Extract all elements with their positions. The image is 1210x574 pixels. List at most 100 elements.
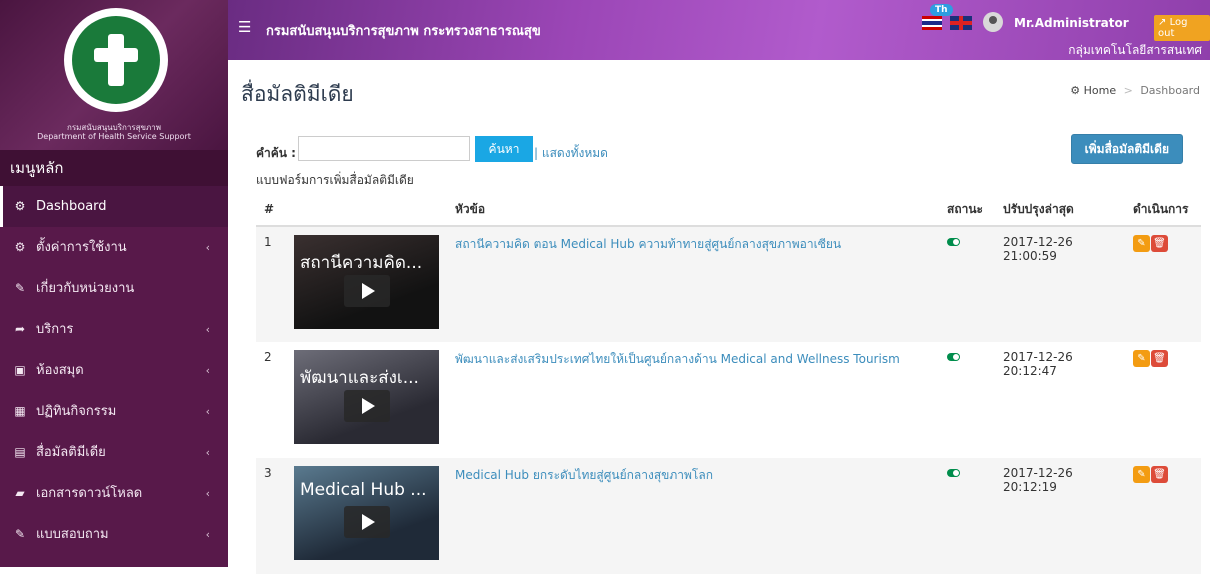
sidebar-item-label: แบบสอบถาม [36,527,109,542]
topic-link[interactable]: พัฒนาและส่งเสริมประเทศไทยให้เป็นศูนย์กลา… [455,352,900,366]
table-body: 1 สถานีความคิด... สถานีความคิด ตอน Medical… [256,226,1201,574]
dashboard-icon: ⚙ [14,199,26,213]
thumb-cell: พัฒนาและส่งเ... [286,342,447,458]
breadcrumb-current: Dashboard [1140,84,1200,97]
sidebar-item-label: สื่อมัลติมีเดีย [36,445,106,460]
ministry-logo [64,8,168,112]
delete-icon[interactable]: 🗑 [1151,466,1168,483]
sidebar-item-4[interactable]: ▣ ห้องสมุด ‹ [0,350,228,391]
sidebar-item-label: Dashboard [36,199,107,214]
row-number: 2 [264,350,272,364]
sidebar-menu: ⚙ Dashboard ⚙ ตั้งค่าการใช้งาน ‹ ✎ เกี่ยวกับหน… [0,186,228,555]
library-icon: ▣ [14,363,26,377]
media-table: # หัวข้อ สถานะ ปรับปรุงล่าสุด ดำเนินการ … [256,193,1201,574]
video-thumbnail[interactable]: Medical Hub ... [294,466,439,560]
book-icon: ▰ [15,486,25,500]
delete-icon[interactable]: 🗑 [1151,350,1168,367]
user-name[interactable]: Mr.Administrator [1014,16,1129,30]
table-row: 3 Medical Hub ... Medical Hub ยกระดับไทยสู… [256,458,1201,574]
row-number: 1 [256,226,286,342]
edit-icon[interactable]: ✎ [1133,466,1150,483]
breadcrumb-home[interactable]: Home [1084,84,1116,97]
brand-subtitle: กรมสนับสนุนบริการสุขภาพ Department of He… [37,123,191,141]
status-cell [939,226,995,342]
video-thumbnail[interactable]: พัฒนาและส่งเ... [294,350,439,444]
department-name: กลุ่มเทคโนโลยีสารสนเทศ [1068,43,1202,57]
table-header-row: # หัวข้อ สถานะ ปรับปรุงล่าสุด ดำเนินการ [256,193,1201,227]
uk-flag-icon[interactable] [950,16,972,30]
status-toggle-icon[interactable] [947,353,960,361]
brand-area: กรมสนับสนุนบริการสุขภาพ Department of He… [0,0,228,150]
sidebar-item-label: ปฏิทินกิจกรรม [36,404,117,419]
settings-icon: ⚙ [14,240,26,254]
sidebar-item-2[interactable]: ✎ เกี่ยวกับหน่วยงาน [0,268,228,309]
home-icon: ⚙ [1070,84,1081,97]
video-thumbnail[interactable]: สถานีความคิด... [294,235,439,329]
table-row: 2 พัฒนาและส่งเ... พัฒนาและส่งเสริมประเทศไท… [256,342,1201,458]
status-cell [939,342,995,458]
language-badge: Th [930,4,953,16]
chevron-left-icon: ‹ [205,487,210,500]
sidebar-item-0[interactable]: ⚙ Dashboard [0,186,228,227]
sidebar-item-1[interactable]: ⚙ ตั้งค่าการใช้งาน ‹ [0,227,228,268]
chevron-left-icon: ‹ [205,405,210,418]
media-icon: ▤ [14,445,26,459]
logout-button[interactable]: ↗ Log out [1154,15,1210,41]
col-actions: ดำเนินการ [1125,193,1201,227]
search-input[interactable] [298,136,470,161]
col-thumb [286,193,447,227]
updated-cell: 2017-12-26 20:12:47 [1003,350,1073,378]
col-num: # [256,193,286,227]
thai-flag-icon[interactable] [922,16,942,30]
add-media-button[interactable]: เพิ่มสื่อมัลติมีเดีย [1070,134,1183,164]
breadcrumb: ⚙ Home > Dashboard [1070,84,1200,97]
page-title: สื่อมัลติมีเดีย [241,82,354,106]
edit-icon[interactable]: ✎ [1133,235,1150,252]
play-icon[interactable] [344,390,390,422]
play-icon[interactable] [344,275,390,307]
site-title: กรมสนับสนุนบริการสุขภาพ กระทรวงสาธารณสุข [266,24,541,39]
topic-link[interactable]: Medical Hub ยกระดับไทยสู่ศูนย์กลางสุขภาพ… [455,468,713,482]
sidebar-item-label: บริการ [36,322,74,337]
updated-cell: 2017-12-26 20:12:19 [995,458,1125,574]
sidebar-item-label: เกี่ยวกับหน่วยงาน [36,281,135,296]
play-icon[interactable] [344,506,390,538]
delete-icon[interactable]: 🗑 [1151,235,1168,252]
sidebar-item-label: เอกสารดาวน์โหลด [36,486,143,501]
table-row: 1 สถานีความคิด... สถานีความคิด ตอน Medical… [256,226,1201,342]
user-avatar[interactable] [983,12,1003,32]
sidebar-item-label: ตั้งค่าการใช้งาน [36,240,127,255]
search-button[interactable]: ค้นหา [475,136,533,162]
chevron-left-icon: ‹ [205,323,210,336]
chevron-left-icon: ‹ [205,446,210,459]
form-hint: แบบฟอร์มการเพิ่มสื่อมัลติมีเดีย [256,173,414,187]
actions-cell: ✎ 🗑 [1125,458,1201,574]
search-label: คำค้น : [256,146,296,160]
edit-icon[interactable]: ✎ [1133,350,1150,367]
row-number: 3 [256,458,286,574]
show-all-link[interactable]: | แสดงทั้งหมด [534,144,608,163]
actions-cell: ✎ 🗑 [1125,226,1201,342]
calendar-icon: ▦ [14,404,26,418]
sidebar-item-8[interactable]: ✎ แบบสอบถาม ‹ [0,514,228,555]
topic-cell: Medical Hub ยกระดับไทยสู่ศูนย์กลางสุขภาพ… [447,458,939,574]
hamburger-menu-icon[interactable]: ☰ [238,18,251,36]
sidebar-item-5[interactable]: ▦ ปฏิทินกิจกรรม ‹ [0,391,228,432]
chevron-left-icon: ‹ [205,528,210,541]
topic-cell: พัฒนาและส่งเสริมประเทศไทยให้เป็นศูนย์กลา… [447,342,939,458]
sidebar-item-6[interactable]: ▤ สื่อมัลติมีเดีย ‹ [0,432,228,473]
chevron-left-icon: ‹ [205,364,210,377]
col-topic: หัวข้อ [447,193,939,227]
status-toggle-icon[interactable] [947,469,960,477]
sidebar: กรมสนับสนุนบริการสุขภาพ Department of He… [0,0,228,567]
thumbnail-title: Medical Hub ... [300,480,427,500]
actions-cell: ✎ 🗑 [1125,342,1201,458]
edit-icon: ✎ [14,281,26,295]
status-toggle-icon[interactable] [947,238,960,246]
sidebar-item-7[interactable]: ▰ เอกสารดาวน์โหลด ‹ [0,473,228,514]
topic-cell: สถานีความคิด ตอน Medical Hub ความท้าทายส… [447,226,939,342]
col-updated: ปรับปรุงล่าสุด [995,193,1125,227]
sidebar-item-3[interactable]: ➦ บริการ ‹ [0,309,228,350]
topic-link[interactable]: สถานีความคิด ตอน Medical Hub ความท้าทายส… [455,237,841,251]
share-icon: ➦ [14,322,26,336]
